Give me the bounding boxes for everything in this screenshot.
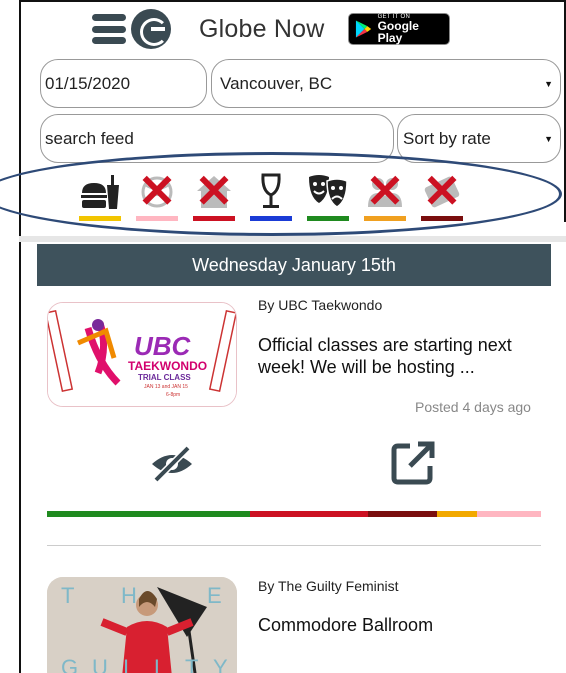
- search-input[interactable]: search feed: [40, 114, 394, 163]
- city-value: Vancouver, BC: [220, 73, 333, 93]
- strip-segment: [249, 511, 369, 517]
- post-divider: [47, 545, 541, 546]
- strip-segment: [368, 511, 438, 517]
- eye-slash-icon: [152, 445, 192, 483]
- dropdown-caret-icon: ▼: [544, 133, 553, 144]
- post-description[interactable]: Commodore Ballroom: [258, 614, 542, 636]
- thumb-letter: L: [154, 655, 167, 673]
- disabled-x-icon: ✕: [194, 165, 234, 217]
- theatre-masks-icon: [307, 171, 349, 213]
- post-time: Posted 4 days ago: [415, 399, 531, 415]
- strip-segment: [437, 511, 477, 517]
- disabled-x-icon: ✕: [422, 165, 462, 217]
- app-title: Globe Now: [199, 14, 325, 43]
- category-filter-bar: ✕ ✕ ✕ ✕: [78, 165, 477, 221]
- sort-value: Sort by rate: [403, 128, 491, 148]
- google-play-badge[interactable]: GET IT ON Google Play: [348, 13, 451, 45]
- category-color-bar: [193, 216, 235, 221]
- thumb-letter: G: [61, 655, 79, 673]
- date-value: 01/15/2020: [45, 73, 131, 93]
- category-color-bar: [364, 216, 406, 221]
- section-divider: [19, 236, 566, 242]
- post-thumbnail[interactable]: UBC TAEKWONDO TRIAL CLASS JAN 13 and JAN…: [47, 302, 237, 407]
- strip-segment: [47, 511, 250, 517]
- badge-big-text: Google Play: [377, 19, 419, 45]
- category-drinks[interactable]: [249, 171, 293, 221]
- disabled-x-icon: ✕: [137, 165, 177, 217]
- date-field[interactable]: 01/15/2020: [40, 59, 207, 108]
- post-author[interactable]: By The Guilty Feminist: [258, 578, 399, 594]
- thumb-letter: H: [121, 583, 137, 608]
- thumb-letter: T: [185, 655, 199, 673]
- thumb-letter: I: [123, 655, 130, 673]
- day-header: Wednesday January 15th: [37, 244, 551, 286]
- category-arts[interactable]: [306, 171, 350, 221]
- sort-select[interactable]: Sort by rate ▼: [397, 114, 561, 163]
- category-color-strip: [47, 511, 541, 517]
- category-food[interactable]: [78, 171, 122, 221]
- poster-tag: TRIAL CLASS: [138, 373, 191, 382]
- category-color-bar: [307, 216, 349, 221]
- poster-title: UBC: [134, 331, 191, 361]
- category-color-bar: [79, 216, 121, 221]
- category-color-bar: [421, 216, 463, 221]
- category-color-bar: [136, 216, 178, 221]
- category-color-bar: [250, 216, 292, 221]
- category-sports[interactable]: ✕: [135, 165, 179, 221]
- globe-now-logo-icon[interactable]: [131, 9, 171, 49]
- thumb-letter: Y: [213, 655, 228, 673]
- poster-dates: JAN 13 and JAN 15: [144, 384, 188, 390]
- city-select[interactable]: Vancouver, BC ▼: [211, 59, 561, 108]
- poster-time: 6-8pm: [166, 392, 181, 398]
- poster-subtitle: TAEKWONDO: [128, 359, 208, 373]
- hide-post-button[interactable]: [146, 444, 198, 484]
- thumb-letter: T: [61, 583, 75, 608]
- post-author[interactable]: By UBC Taekwondo: [258, 297, 382, 313]
- external-link-icon: [391, 441, 435, 485]
- strip-segment: [476, 511, 541, 517]
- thumb-letter: U: [92, 655, 108, 673]
- category-community[interactable]: ✕: [363, 165, 407, 221]
- post-thumbnail[interactable]: T H E G U I L T Y: [47, 577, 237, 673]
- thumb-letter: E: [207, 583, 222, 608]
- category-home[interactable]: ✕: [192, 165, 236, 221]
- open-post-button[interactable]: [390, 440, 436, 486]
- google-play-icon: [356, 20, 372, 38]
- hamburger-menu-icon[interactable]: [92, 14, 126, 44]
- food-drink-icon: [79, 171, 121, 213]
- search-placeholder: search feed: [45, 128, 134, 148]
- dropdown-caret-icon: ▼: [544, 78, 553, 89]
- wine-glass-icon: [250, 171, 292, 213]
- post-description[interactable]: Official classes are starting next week!…: [258, 334, 542, 378]
- category-tickets[interactable]: ✕: [420, 165, 464, 221]
- disabled-x-icon: ✕: [365, 165, 405, 217]
- app-header: Globe Now GET IT ON Google Play: [92, 6, 451, 52]
